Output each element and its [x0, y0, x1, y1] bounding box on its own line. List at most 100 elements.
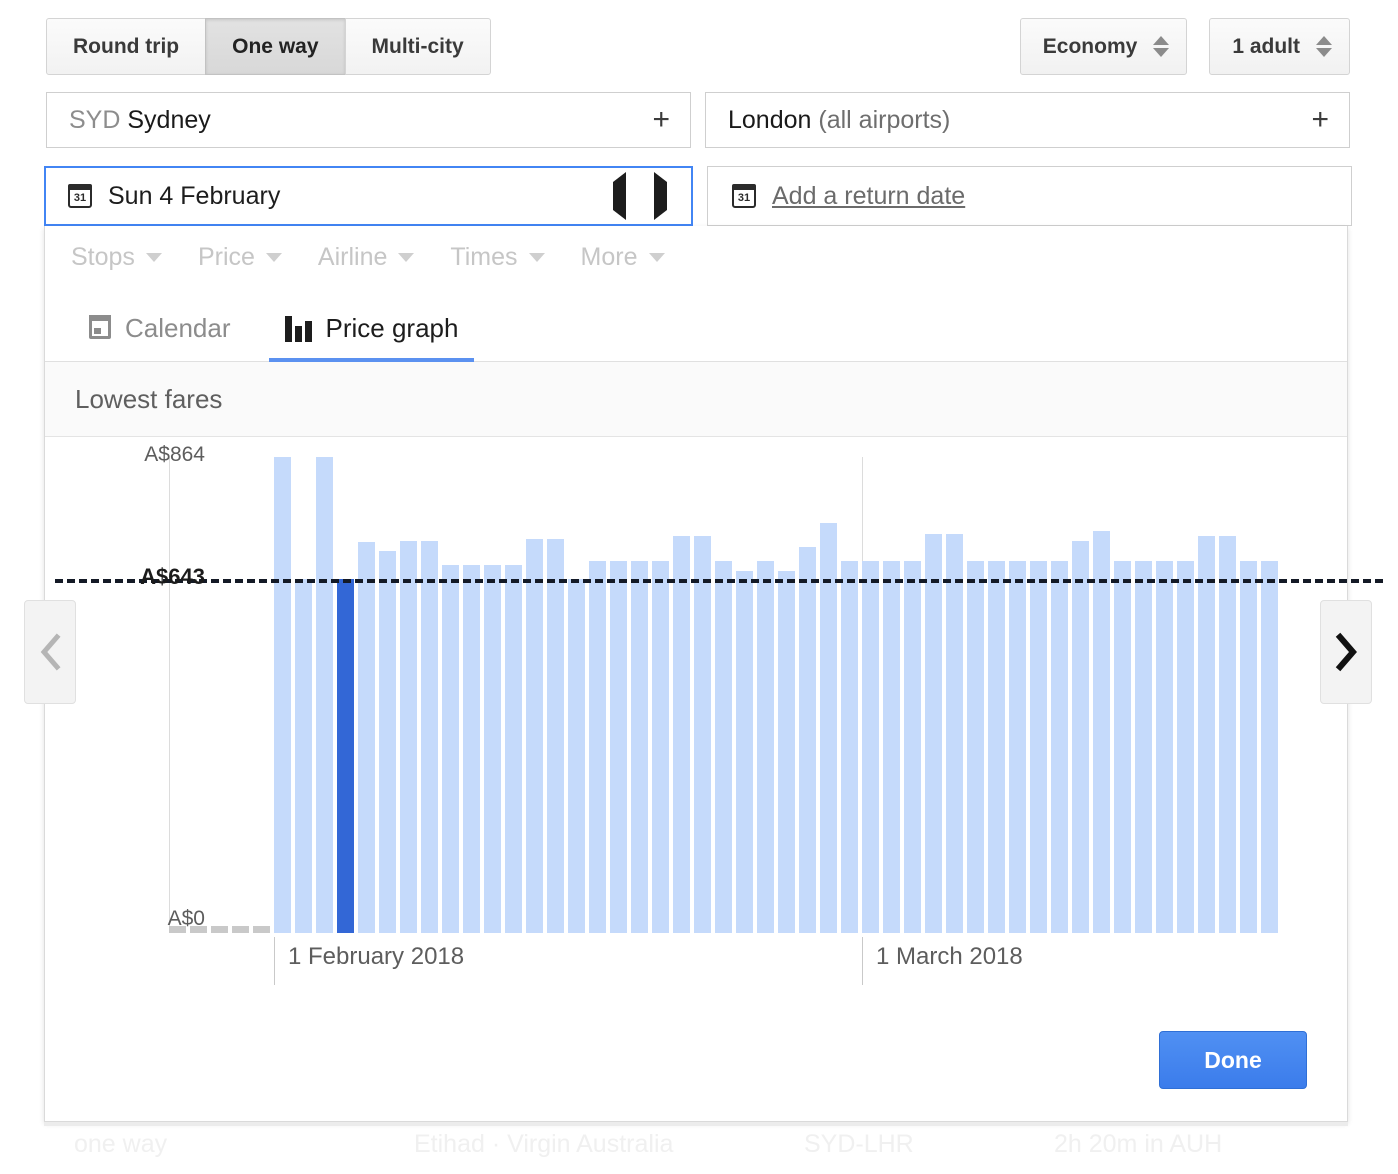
filter-stops[interactable]: Stops [71, 243, 162, 272]
chart-bar[interactable] [841, 560, 862, 933]
trip-type-group: Round trip One way Multi-city [46, 18, 491, 75]
chart-bar[interactable] [757, 560, 778, 933]
chart-bar[interactable] [358, 542, 379, 933]
chart-bar[interactable] [316, 457, 337, 933]
chart-bar-selected[interactable] [337, 578, 358, 933]
tab-calendar[interactable]: Calendar [73, 313, 247, 362]
destination-field[interactable]: London (all airports) + [705, 92, 1350, 148]
filter-stops-label: Stops [71, 242, 135, 271]
price-chart: A$864 A$643 A$0 1 February 2018 1 March 2… [45, 437, 1383, 1037]
background-result-row: one way Etihad · Virgin Australia SYD-LH… [44, 1122, 1348, 1174]
chart-bar[interactable] [988, 560, 1009, 933]
chart-bar[interactable] [1177, 560, 1198, 933]
chart-bar[interactable] [400, 540, 421, 933]
y-axis-label-min: A$0 [167, 907, 205, 930]
chart-bar[interactable] [652, 560, 673, 933]
filter-times-label: Times [450, 242, 518, 271]
filter-bar: Stops Price Airline Times More [45, 226, 1347, 288]
return-date-field[interactable]: 31 Add a return date [707, 166, 1352, 226]
chart-bar[interactable] [925, 534, 946, 933]
chart-bar[interactable] [820, 522, 841, 933]
chart-bar[interactable] [631, 560, 652, 933]
chart-bar[interactable] [967, 560, 988, 933]
add-origin-icon[interactable]: + [642, 105, 670, 135]
passengers-label: 1 adult [1232, 34, 1300, 58]
chart-bar[interactable] [883, 560, 904, 933]
calendar-icon [89, 315, 111, 339]
chevron-down-icon [398, 252, 415, 262]
dates-row: 31 Sun 4 February 31 Add a return date [44, 166, 1352, 226]
add-destination-icon[interactable]: + [1301, 105, 1329, 135]
chart-bar[interactable] [946, 534, 967, 933]
bar-chart-icon [284, 315, 312, 342]
stepper-icon [1316, 36, 1332, 57]
trip-type-one-way[interactable]: One way [205, 18, 346, 75]
chart-bar[interactable] [589, 560, 610, 933]
origin-field[interactable]: SYD Sydney + [46, 92, 691, 148]
cabin-class-select[interactable]: Economy [1019, 18, 1188, 75]
chevron-down-icon [145, 252, 162, 262]
previous-range-button[interactable] [24, 600, 76, 704]
chart-bar[interactable] [1072, 540, 1093, 933]
chart-bar[interactable] [274, 457, 295, 933]
chart-bar[interactable] [463, 564, 484, 933]
departure-date-field[interactable]: 31 Sun 4 February [44, 166, 693, 226]
chart-bar[interactable] [1009, 560, 1030, 933]
chart-bar[interactable] [568, 578, 589, 933]
chart-bar[interactable] [694, 535, 715, 933]
filter-times[interactable]: Times [450, 242, 545, 272]
chart-bar[interactable] [1051, 560, 1072, 933]
chart-bar-placeholder [232, 926, 253, 933]
reference-line [55, 578, 1383, 583]
chart-bar[interactable] [778, 571, 799, 933]
filter-more-label: More [580, 242, 638, 271]
chart-bar[interactable] [715, 560, 736, 933]
chart-bar[interactable] [799, 547, 820, 933]
chart-bar[interactable] [526, 538, 547, 933]
chart-bar[interactable] [295, 578, 316, 933]
calendar-icon: 31 [68, 184, 92, 208]
chart-bar[interactable] [1093, 530, 1114, 933]
add-return-date-link[interactable]: Add a return date [772, 182, 965, 211]
done-button[interactable]: Done [1159, 1031, 1307, 1089]
cabin-class-label: Economy [1042, 34, 1138, 58]
stepper-icon [1153, 36, 1170, 57]
filter-price[interactable]: Price [198, 243, 282, 272]
origin-code: SYD [69, 105, 121, 134]
chart-bar[interactable] [1261, 560, 1282, 933]
chart-bar[interactable] [484, 564, 505, 933]
chart-bar[interactable] [1156, 560, 1177, 933]
chart-bar[interactable] [505, 564, 526, 933]
trip-type-multi-city[interactable]: Multi-city [344, 18, 491, 75]
chart-bar[interactable] [1114, 560, 1135, 933]
chart-bar[interactable] [610, 560, 631, 933]
chart-bar[interactable] [1219, 535, 1240, 933]
filter-airline[interactable]: Airline [318, 243, 415, 272]
chart-bar[interactable] [673, 535, 694, 933]
chart-bar[interactable] [1240, 560, 1261, 933]
chart-bar[interactable] [862, 560, 883, 933]
filter-more[interactable]: More [581, 243, 665, 272]
chart-bar[interactable] [1198, 535, 1219, 933]
ghost-route: SYD-LHR [804, 1130, 914, 1158]
chart-bar[interactable] [379, 550, 400, 933]
chart-bar[interactable] [1135, 560, 1156, 933]
x-axis-tick [862, 937, 863, 985]
trip-type-round-trip[interactable]: Round trip [46, 18, 207, 75]
chart-bar[interactable] [1030, 560, 1051, 933]
chart-bar[interactable] [421, 540, 442, 933]
passengers-select[interactable]: 1 adult [1209, 18, 1350, 75]
chevron-down-icon [648, 252, 665, 262]
destination-suffix: (all airports) [818, 105, 951, 134]
chart-bar[interactable] [547, 538, 568, 933]
tab-price-graph[interactable]: Price graph [268, 313, 475, 362]
chart-bar[interactable] [736, 571, 757, 933]
chart-bar[interactable] [904, 560, 925, 933]
next-range-button[interactable] [1320, 600, 1372, 704]
view-tab-bar: Calendar Price graph [45, 288, 1347, 362]
chart-bars [169, 457, 1283, 933]
filter-price-label: Price [197, 242, 255, 271]
tab-calendar-label: Calendar [125, 313, 231, 343]
ghost-trip-type: one way [74, 1130, 168, 1158]
chart-bar[interactable] [442, 564, 463, 933]
